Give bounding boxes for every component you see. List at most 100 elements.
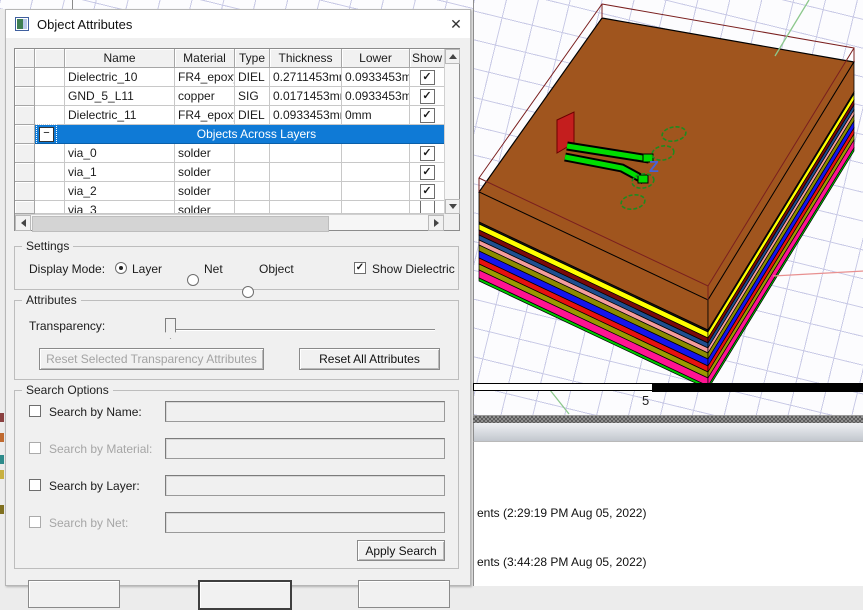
cell-lower: 0.0933453mm <box>342 87 410 106</box>
radio-net-label[interactable]: Net <box>204 262 223 276</box>
table-row[interactable]: via_1 solder ✓ <box>15 163 459 182</box>
radio-object[interactable] <box>242 286 254 298</box>
cell-material: solder <box>175 144 235 163</box>
col-header-material: Material <box>175 49 235 68</box>
search-by-material-label: Search by Material: <box>49 442 152 456</box>
reset-selected-transparency-button[interactable]: Reset Selected Transparency Attributes <box>39 348 264 370</box>
search-options-group: Search Options Search by Name: Search by… <box>14 390 459 569</box>
radio-layer[interactable] <box>115 262 127 274</box>
cell-name: via_0 <box>65 144 175 163</box>
attributes-group: Attributes Transparency: Reset Selected … <box>14 300 459 380</box>
col-header-show: Show <box>410 49 445 68</box>
show-checkbox[interactable]: ✓ <box>420 165 435 180</box>
bottom-dialog-button-clipped[interactable] <box>28 580 120 608</box>
background-icon-sliver <box>0 505 4 514</box>
background-icon-sliver <box>0 433 4 442</box>
3d-model-viewport[interactable]: Z <box>473 0 863 415</box>
search-by-material-input <box>165 438 445 459</box>
cell-name: Dielectric_10 <box>65 68 175 87</box>
horizontal-scroll-strip[interactable] <box>473 423 863 441</box>
table-row-clipped[interactable]: via_3 solder <box>15 201 459 214</box>
app-icon <box>15 17 29 31</box>
cell-type: SIG <box>235 87 270 106</box>
background-icon-sliver <box>0 470 4 479</box>
close-icon[interactable]: ✕ <box>444 14 468 34</box>
pane-splitter-handle[interactable] <box>473 415 863 423</box>
search-by-layer-checkbox[interactable] <box>29 479 41 491</box>
col-header-name: Name <box>65 49 175 68</box>
cell-type: DIEL <box>235 106 270 125</box>
z-axis-label: Z <box>649 159 659 176</box>
table-row[interactable]: Dielectric_10 FR4_epoxy DIEL 0.2711453mm… <box>15 68 459 87</box>
col-header-lower: Lower <box>342 49 410 68</box>
dialog-titlebar[interactable]: Object Attributes ✕ <box>6 10 470 38</box>
display-mode-label: Display Mode: <box>29 262 105 276</box>
radio-net[interactable] <box>187 274 199 286</box>
bottom-dialog-default-button-clipped[interactable] <box>198 580 292 610</box>
bottom-dialog-button-clipped[interactable] <box>358 580 450 608</box>
settings-group-label: Settings <box>22 239 73 253</box>
show-checkbox[interactable]: ✓ <box>420 146 435 161</box>
show-checkbox[interactable]: ✓ <box>420 184 435 199</box>
transparency-slider-thumb[interactable] <box>165 318 176 339</box>
transparency-label: Transparency: <box>29 319 105 333</box>
cell-material: solder <box>175 182 235 201</box>
horizontal-scrollbar[interactable] <box>15 214 444 230</box>
show-checkbox[interactable]: ✓ <box>420 70 435 85</box>
object-attributes-dialog: Object Attributes ✕ Name Material Type T… <box>5 9 471 586</box>
reset-all-attributes-button[interactable]: Reset All Attributes <box>299 348 440 370</box>
cell-material: solder <box>175 201 235 214</box>
cell-material: solder <box>175 163 235 182</box>
cell-type: DIEL <box>235 68 270 87</box>
group-row-objects-across-layers[interactable]: − Objects Across Layers <box>15 125 459 144</box>
search-by-net-label: Search by Net: <box>49 516 128 530</box>
cell-lower: 0mm <box>342 106 410 125</box>
background-icon-sliver <box>0 413 4 422</box>
cell-name: GND_5_L11 <box>65 87 175 106</box>
cell-thickness: 0.0933453mm <box>270 106 342 125</box>
scroll-down-icon[interactable] <box>445 199 460 214</box>
search-by-layer-label[interactable]: Search by Layer: <box>49 479 140 493</box>
collapse-icon[interactable]: − <box>39 127 54 142</box>
show-checkbox[interactable]: ✓ <box>420 89 435 104</box>
message-line: ents (2:29:19 PM Aug 05, 2022) <box>477 506 646 520</box>
message-pane: ents (2:29:19 PM Aug 05, 2022) ents (3:4… <box>473 441 863 586</box>
group-row-label: Objects Across Layers <box>54 127 459 141</box>
layers-table: Name Material Type Thickness Lower Show … <box>14 48 460 231</box>
apply-search-button[interactable]: Apply Search <box>357 540 445 561</box>
scrollbar-thumb[interactable] <box>32 216 329 232</box>
show-dielectric-checkbox[interactable]: ✓ <box>354 262 366 274</box>
table-row[interactable]: Dielectric_11 FR4_epoxy DIEL 0.0933453mm… <box>15 106 459 125</box>
search-by-name-input[interactable] <box>165 401 445 422</box>
table-row[interactable]: via_2 solder ✓ <box>15 182 459 201</box>
search-by-name-checkbox[interactable] <box>29 405 41 417</box>
search-by-net-checkbox <box>29 516 41 528</box>
settings-group: Settings Display Mode: Layer Net Object … <box>14 246 459 290</box>
scroll-left-icon[interactable] <box>15 215 31 231</box>
scroll-up-icon[interactable] <box>445 49 460 64</box>
attributes-group-label: Attributes <box>22 293 81 307</box>
transparency-slider-track[interactable] <box>165 329 435 331</box>
y-axis-line <box>775 0 809 56</box>
y-axis-line-lower <box>550 390 569 414</box>
search-by-layer-input[interactable] <box>165 475 445 496</box>
radio-layer-label[interactable]: Layer <box>132 262 162 276</box>
scroll-right-icon[interactable] <box>428 215 444 231</box>
background-app-sliver <box>0 0 473 9</box>
cell-material: copper <box>175 87 235 106</box>
col-header-thickness: Thickness <box>270 49 342 68</box>
search-by-net-input <box>165 512 445 533</box>
cell-material: FR4_epoxy <box>175 68 235 87</box>
show-dielectric-label[interactable]: Show Dielectric <box>372 262 455 276</box>
show-checkbox[interactable]: ✓ <box>420 108 435 123</box>
radio-object-label[interactable]: Object <box>259 262 294 276</box>
search-by-name-label[interactable]: Search by Name: <box>49 405 142 419</box>
col-header-type: Type <box>235 49 270 68</box>
table-header-row: Name Material Type Thickness Lower Show <box>15 49 459 68</box>
table-row[interactable]: via_0 solder ✓ <box>15 144 459 163</box>
vertical-scrollbar[interactable] <box>444 49 459 214</box>
table-row[interactable]: GND_5_L11 copper SIG 0.0171453mm 0.09334… <box>15 87 459 106</box>
x-axis-line <box>773 271 863 276</box>
show-checkbox[interactable] <box>420 201 435 214</box>
scale-bar-white-segment <box>473 383 653 391</box>
